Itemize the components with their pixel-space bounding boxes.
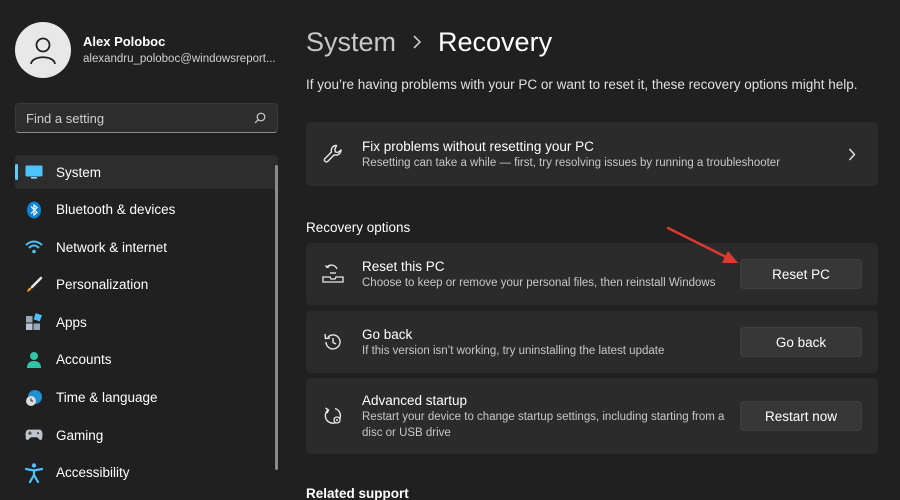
sidebar-item-label: System [56, 164, 102, 180]
sidebar-nav: System Bluetooth & devices Network & int… [15, 155, 278, 493]
restart-now-button[interactable]: Restart now [740, 401, 862, 431]
sidebar-item-label: Apps [56, 314, 87, 330]
sidebar-item-label: Time & language [56, 390, 158, 406]
breadcrumb-parent[interactable]: System [306, 27, 396, 58]
sidebar-item-label: Accounts [56, 352, 112, 368]
sidebar-item-label: Network & internet [56, 239, 168, 255]
page-description: If you’re having problems with your PC o… [306, 77, 858, 92]
accessibility-icon [25, 463, 43, 483]
sidebar: Alex Poloboc alexandru_poloboc@windowsre… [0, 0, 290, 500]
sidebar-item-network[interactable]: Network & internet [15, 230, 278, 264]
clock-globe-icon [25, 389, 43, 407]
user-profile[interactable]: Alex Poloboc alexandru_poloboc@windowsre… [15, 22, 276, 78]
avatar[interactable] [15, 22, 71, 78]
sidebar-item-label: Bluetooth & devices [56, 202, 176, 218]
accounts-icon [25, 351, 43, 369]
sidebar-item-gaming[interactable]: Gaming [15, 418, 278, 452]
card-description: Choose to keep or remove your personal f… [362, 276, 716, 289]
advanced-startup-icon [322, 405, 344, 427]
user-icon [30, 37, 56, 65]
sidebar-item-accessibility[interactable]: Accessibility [15, 456, 278, 490]
sidebar-item-accounts[interactable]: Accounts [15, 343, 278, 377]
gamepad-icon [25, 426, 43, 444]
reset-pc-button[interactable]: Reset PC [740, 259, 862, 289]
sidebar-item-label: Gaming [56, 427, 104, 443]
section-heading: Recovery options [306, 220, 411, 235]
section-heading: Related support [306, 486, 409, 500]
profile-name: Alex Poloboc [83, 34, 166, 49]
sidebar-scrollbar[interactable] [275, 165, 278, 470]
sidebar-item-bluetooth[interactable]: Bluetooth & devices [15, 193, 278, 227]
search-input[interactable] [26, 110, 253, 126]
sidebar-item-time-language[interactable]: Time & language [15, 381, 278, 415]
sidebar-item-personalization[interactable]: Personalization [15, 268, 278, 302]
brush-icon [25, 276, 43, 294]
card-description: Restart your device to change startup se… [362, 410, 725, 439]
annotation-arrow-icon [666, 226, 738, 263]
chevron-right-icon [402, 35, 432, 49]
system-icon [25, 163, 43, 181]
reset-pc-card: Reset this PC Choose to keep or remove y… [306, 243, 878, 305]
history-icon [322, 331, 344, 353]
profile-email: alexandru_poloboc@windowsreport... [83, 53, 276, 65]
go-back-button[interactable]: Go back [740, 327, 862, 357]
reset-pc-icon [322, 263, 344, 285]
search-box[interactable] [15, 103, 278, 133]
sidebar-item-system[interactable]: System [15, 155, 278, 189]
search-icon[interactable] [253, 111, 267, 125]
breadcrumb: System Recovery [306, 24, 552, 60]
wrench-icon [322, 143, 344, 165]
go-back-card: Go back If this version isn’t working, t… [306, 311, 878, 373]
chevron-right-icon[interactable] [842, 144, 862, 164]
bluetooth-icon [25, 201, 43, 219]
wifi-icon [25, 238, 43, 256]
card-title: Fix problems without resetting your PC [362, 138, 594, 154]
card-description: Resetting can take a while — first, try … [362, 156, 781, 169]
sidebar-item-apps[interactable]: Apps [15, 305, 278, 339]
apps-icon [25, 313, 43, 331]
card-title: Go back [362, 326, 413, 342]
sidebar-item-label: Personalization [56, 277, 149, 293]
card-title: Advanced startup [362, 392, 468, 408]
fix-problems-card[interactable]: Fix problems without resetting your PC R… [306, 122, 878, 186]
card-description: If this version isn’t working, try unins… [362, 344, 665, 357]
main-content: System Recovery If you’re having problem… [306, 0, 878, 500]
page-title: Recovery [438, 26, 553, 57]
sidebar-item-label: Accessibility [56, 465, 130, 481]
advanced-startup-card: Advanced startup Restart your device to … [306, 378, 878, 454]
